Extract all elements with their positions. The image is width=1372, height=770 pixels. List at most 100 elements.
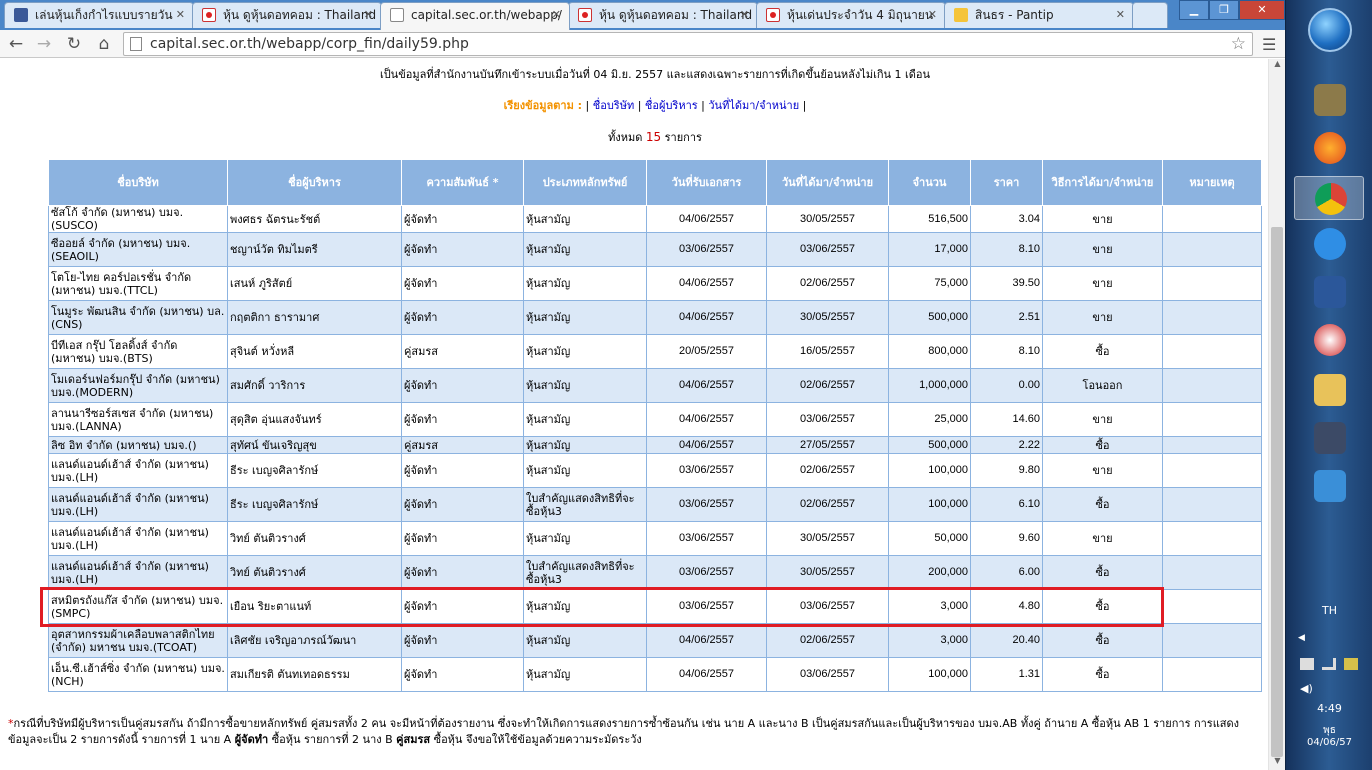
cell-received-date: 03/06/2557: [646, 453, 767, 488]
home-icon[interactable]: ⌂: [94, 34, 114, 54]
tab-label: หุ้น ดูหุ้นดอทคอม : Thailand: [599, 8, 753, 22]
cell-company: ซีออยล์ จำกัด (มหาชน) บมจ.(SEAOIL): [48, 232, 228, 267]
column-header-executive: ชื่อผู้บริหาร: [227, 159, 402, 206]
taskbar-app-1[interactable]: [1294, 78, 1364, 122]
sort-by-company-link[interactable]: ชื่อบริษัท: [593, 99, 634, 112]
volume-icon[interactable]: ◀): [1300, 682, 1314, 695]
close-tab-icon[interactable]: ✕: [740, 3, 749, 27]
start-button[interactable]: [1308, 8, 1352, 52]
doohoon-icon: [202, 8, 216, 22]
cell-transaction-date: 02/06/2557: [766, 623, 889, 658]
taskbar-app-4[interactable]: [1294, 464, 1364, 508]
cell-executive: สมศักดิ์ วาริการ: [227, 368, 402, 403]
cell-security-type: หุ้นสามัญ: [523, 623, 647, 658]
app-icon: [1314, 470, 1346, 502]
close-tab-icon[interactable]: ✕: [364, 3, 373, 27]
scroll-up-arrow-icon[interactable]: ▲: [1269, 59, 1285, 73]
page-icon: [390, 8, 404, 22]
total-count: ทั้งหมด 15 รายการ: [0, 128, 1268, 146]
cell-executive: เลิศชัย เจริญอาภรณ์วัฒนา: [227, 623, 402, 658]
cell-security-type: หุ้นสามัญ: [523, 589, 647, 624]
back-arrow-icon[interactable]: ←: [6, 34, 26, 54]
clock-date[interactable]: 04/06/57: [1286, 737, 1372, 748]
cell-price: 3.04: [970, 205, 1043, 233]
tray-app-icon[interactable]: [1344, 658, 1358, 670]
clock-day[interactable]: พุธ: [1286, 723, 1372, 738]
cell-received-date: 04/06/2557: [646, 368, 767, 403]
tab-doohoon-3[interactable]: หุ้นเด่นประจำวัน 4 มิถุนายน ✕: [756, 2, 946, 28]
cell-relationship: คู่สมรส: [401, 334, 524, 369]
sort-by-date-link[interactable]: วันที่ได้มา/จำหน่าย: [708, 99, 799, 112]
cell-remark: [1162, 555, 1262, 590]
taskbar-word[interactable]: [1294, 270, 1364, 314]
tab-capital-sec[interactable]: capital.sec.or.th/webapp/ ✕: [380, 2, 570, 30]
cell-price: 6.00: [970, 555, 1043, 590]
taskbar-app-2[interactable]: [1294, 318, 1364, 362]
cell-relationship: ผู้จัดทำ: [401, 453, 524, 488]
cell-quantity: 1,000,000: [888, 368, 971, 403]
reload-icon[interactable]: ↻: [64, 34, 84, 54]
chrome-icon: [1315, 183, 1347, 215]
scroll-down-arrow-icon[interactable]: ▼: [1269, 756, 1285, 770]
language-indicator[interactable]: TH: [1286, 604, 1372, 617]
folder-icon: [1314, 374, 1346, 406]
close-tab-icon[interactable]: ✕: [552, 3, 561, 27]
taskbar-chrome[interactable]: [1294, 176, 1364, 220]
table-row: โมเดอร์นฟอร์มกรุ๊ป จำกัด (มหาชน) บมจ.(MO…: [48, 368, 1262, 403]
cell-remark: [1162, 436, 1262, 454]
cell-executive: สุดุสิต อุ่นแสงจันทร์: [227, 402, 402, 437]
tab-label: หุ้น ดูหุ้นดอทคอม : Thailand: [223, 8, 377, 22]
cell-executive: กฤตติกา ธารามาศ: [227, 300, 402, 335]
cell-company: โตโย-ไทย คอร์ปอเรชั่น จำกัด (มหาชน) บมจ.…: [48, 266, 228, 301]
cell-transaction-date: 02/06/2557: [766, 487, 889, 522]
minimize-button[interactable]: ▁: [1179, 0, 1209, 20]
url-input[interactable]: [150, 35, 1210, 53]
taskbar-explorer[interactable]: [1294, 368, 1364, 412]
column-header-security-type: ประเภทหลักทรัพย์: [523, 159, 647, 206]
taskbar-ie[interactable]: [1294, 222, 1364, 266]
close-tab-icon[interactable]: ✕: [928, 3, 937, 27]
cell-company: สหมิตรถังแก๊ส จำกัด (มหาชน) บมจ.(SMPC): [48, 589, 228, 624]
close-tab-icon[interactable]: ✕: [176, 3, 185, 27]
cell-price: 8.10: [970, 334, 1043, 369]
tab-doohoon-2[interactable]: หุ้น ดูหุ้นดอทคอม : Thailand ✕: [568, 2, 758, 28]
menu-icon[interactable]: ☰: [1262, 35, 1276, 54]
cell-transaction-date: 03/06/2557: [766, 657, 889, 692]
close-tab-icon[interactable]: ✕: [1116, 3, 1125, 27]
cell-transaction-date: 27/05/2557: [766, 436, 889, 454]
cell-received-date: 04/06/2557: [646, 266, 767, 301]
forward-arrow-icon[interactable]: →: [34, 34, 54, 54]
app-icon: [1314, 422, 1346, 454]
taskbar-firefox[interactable]: [1294, 126, 1364, 170]
cell-executive: เสนห์ ภูริสัตย์: [227, 266, 402, 301]
cell-price: 39.50: [970, 266, 1043, 301]
cell-remark: [1162, 657, 1262, 692]
cell-quantity: 516,500: [888, 205, 971, 233]
cell-remark: [1162, 300, 1262, 335]
new-tab-button[interactable]: [1132, 2, 1168, 28]
taskbar-app-3[interactable]: [1294, 416, 1364, 460]
maximize-button[interactable]: ❐: [1209, 0, 1239, 20]
close-window-button[interactable]: ✕: [1239, 0, 1285, 20]
cell-received-date: 03/06/2557: [646, 555, 767, 590]
address-bar[interactable]: ☆: [123, 32, 1253, 56]
cell-company: แลนด์แอนด์เฮ้าส์ จำกัด (มหาชน) บมจ.(LH): [48, 521, 228, 556]
bookmark-star-icon[interactable]: ☆: [1231, 34, 1246, 54]
tab-facebook[interactable]: เล่นหุ้นเก็งกำไรแบบรายวัน ✕: [4, 2, 194, 28]
battery-icon[interactable]: [1300, 658, 1314, 670]
column-header-method: วิธีการได้มา/จำหน่าย: [1042, 159, 1163, 206]
cell-executive: เยือน ริยะตาแนท์: [227, 589, 402, 624]
cell-method: ขาย: [1042, 266, 1163, 301]
network-icon[interactable]: [1322, 658, 1336, 670]
tab-doohoon-1[interactable]: หุ้น ดูหุ้นดอทคอม : Thailand ✕: [192, 2, 382, 28]
scroll-thumb[interactable]: [1271, 227, 1283, 757]
clock-time[interactable]: 4:49: [1286, 702, 1372, 715]
tab-pantip[interactable]: สินธร - Pantip ✕: [944, 2, 1134, 28]
cell-method: ซื้อ: [1042, 623, 1163, 658]
show-hidden-icons-icon[interactable]: ◀: [1298, 633, 1305, 643]
sort-by-executive-link[interactable]: ชื่อผู้บริหาร: [645, 99, 698, 112]
cell-received-date: 03/06/2557: [646, 232, 767, 267]
vertical-scrollbar[interactable]: ▲ ▼: [1268, 59, 1285, 770]
info-text: เป็นข้อมูลที่สำนักงานบันทึกเข้าระบบเมื่อ…: [379, 68, 931, 81]
cell-company: ซัสโก้ จำกัด (มหาชน) บมจ.(SUSCO): [48, 205, 228, 233]
